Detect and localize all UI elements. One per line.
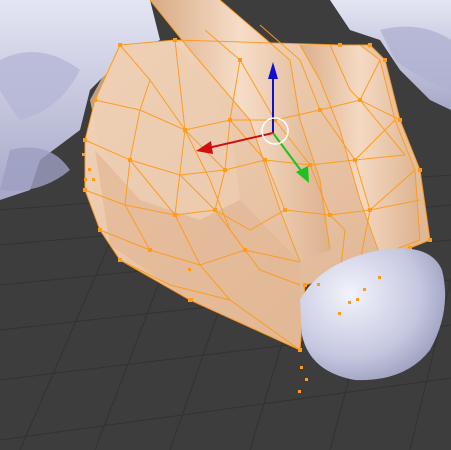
3d-viewport[interactable] <box>0 0 451 450</box>
